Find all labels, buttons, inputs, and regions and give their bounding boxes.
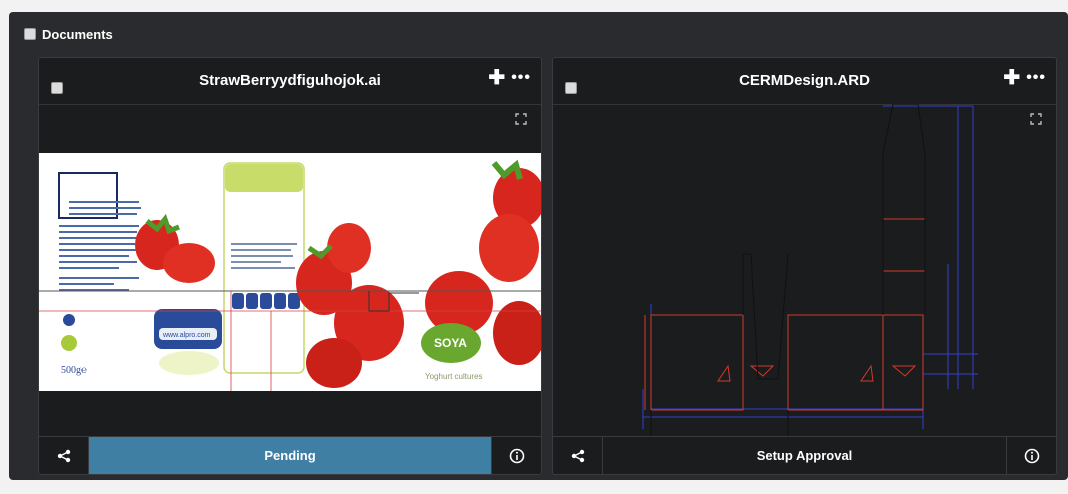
documents-header: Documents (24, 25, 113, 43)
document-card-cermdesign: CERMDesign.ARD ✚ ••• Setup Approval (552, 57, 1057, 475)
card-footer: Setup Approval (553, 436, 1056, 474)
more-icon[interactable]: ••• (1026, 70, 1046, 86)
card-title: StrawBerryydfiguhojok.ai (199, 72, 381, 89)
info-button[interactable] (491, 437, 541, 474)
document-card-strawberry: StrawBerryydfiguhojok.ai ✚ ••• 500g℮ www… (38, 57, 542, 475)
status-button[interactable]: Pending (89, 437, 491, 474)
more-icon[interactable]: ••• (511, 70, 531, 86)
share-button[interactable] (553, 437, 603, 474)
card-header: StrawBerryydfiguhojok.ai ✚ ••• (39, 58, 541, 105)
dimension-lines (642, 105, 978, 429)
plus-icon[interactable]: ✚ (1003, 68, 1020, 88)
info-icon (509, 448, 524, 463)
card-title: CERMDesign.ARD (739, 72, 870, 89)
documents-title: Documents (42, 26, 113, 42)
dieline-drawing[interactable] (553, 104, 1056, 437)
info-button[interactable] (1006, 437, 1056, 474)
artwork-preview[interactable]: 500g℮ www.alpro.com SOYA Yoghurt culture… (39, 153, 541, 391)
card-header: CERMDesign.ARD ✚ ••• (553, 58, 1056, 105)
artwork-web-label: www.alpro.com (162, 332, 211, 339)
plus-icon[interactable]: ✚ (488, 68, 505, 88)
card-actions: ✚ ••• (488, 68, 531, 88)
share-icon (57, 449, 70, 462)
documents-select-all-checkbox[interactable] (24, 28, 36, 40)
artwork-brand-label: SOYA (434, 336, 467, 350)
share-icon (571, 449, 584, 462)
card-footer: Pending (39, 436, 541, 474)
info-icon (1024, 448, 1039, 463)
artwork-weight-label: 500g℮ (61, 365, 87, 376)
artwork-tagline-label: Yoghurt cultures (425, 372, 483, 381)
card-actions: ✚ ••• (1003, 68, 1046, 88)
artwork-image: 500g℮ www.alpro.com SOYA Yoghurt culture… (39, 153, 541, 391)
expand-icon[interactable] (515, 113, 527, 125)
share-button[interactable] (39, 437, 89, 474)
status-button[interactable]: Setup Approval (603, 437, 1006, 474)
